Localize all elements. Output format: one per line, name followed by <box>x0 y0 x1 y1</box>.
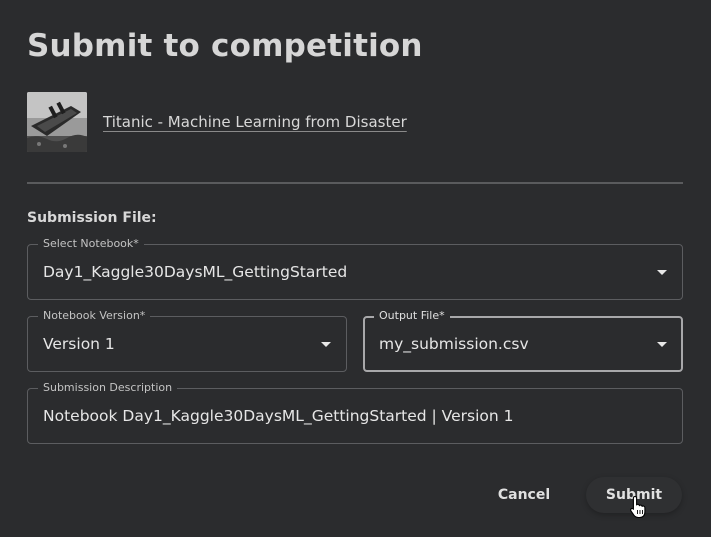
dialog-title: Submit to competition <box>27 28 423 64</box>
competition-thumbnail[interactable] <box>27 92 87 152</box>
competition-link[interactable]: Titanic - Machine Learning from Disaster <box>103 113 407 131</box>
hand-pointer-icon <box>630 495 646 519</box>
select-notebook-value: Day1_Kaggle30DaysML_GettingStarted <box>43 263 348 281</box>
output-file-label: Output File* <box>374 309 450 323</box>
select-notebook-dropdown[interactable]: Select Notebook* Day1_Kaggle30DaysML_Get… <box>27 237 683 300</box>
submission-description-value: Notebook Day1_Kaggle30DaysML_GettingStar… <box>43 407 514 425</box>
notebook-version-value: Version 1 <box>43 335 115 353</box>
submission-description-label: Submission Description <box>38 381 178 395</box>
output-file-dropdown[interactable]: Output File* my_submission.csv <box>363 309 683 372</box>
select-notebook-label: Select Notebook* <box>38 237 144 251</box>
submit-dialog: Submit to competition Titanic - Machine … <box>0 0 711 537</box>
titanic-ship-image <box>27 92 87 152</box>
notebook-version-dropdown[interactable]: Notebook Version* Version 1 <box>27 309 347 372</box>
submission-description-input[interactable]: Submission Description Notebook Day1_Kag… <box>27 381 683 444</box>
divider <box>27 182 683 184</box>
competition-row: Titanic - Machine Learning from Disaster <box>27 92 407 152</box>
caret-down-icon <box>321 342 331 347</box>
caret-down-icon <box>657 270 667 275</box>
cancel-button[interactable]: Cancel <box>489 477 559 513</box>
notebook-version-label: Notebook Version* <box>38 309 151 323</box>
caret-down-icon <box>657 342 667 347</box>
submission-file-label: Submission File: <box>27 210 157 226</box>
output-file-value: my_submission.csv <box>379 335 529 353</box>
